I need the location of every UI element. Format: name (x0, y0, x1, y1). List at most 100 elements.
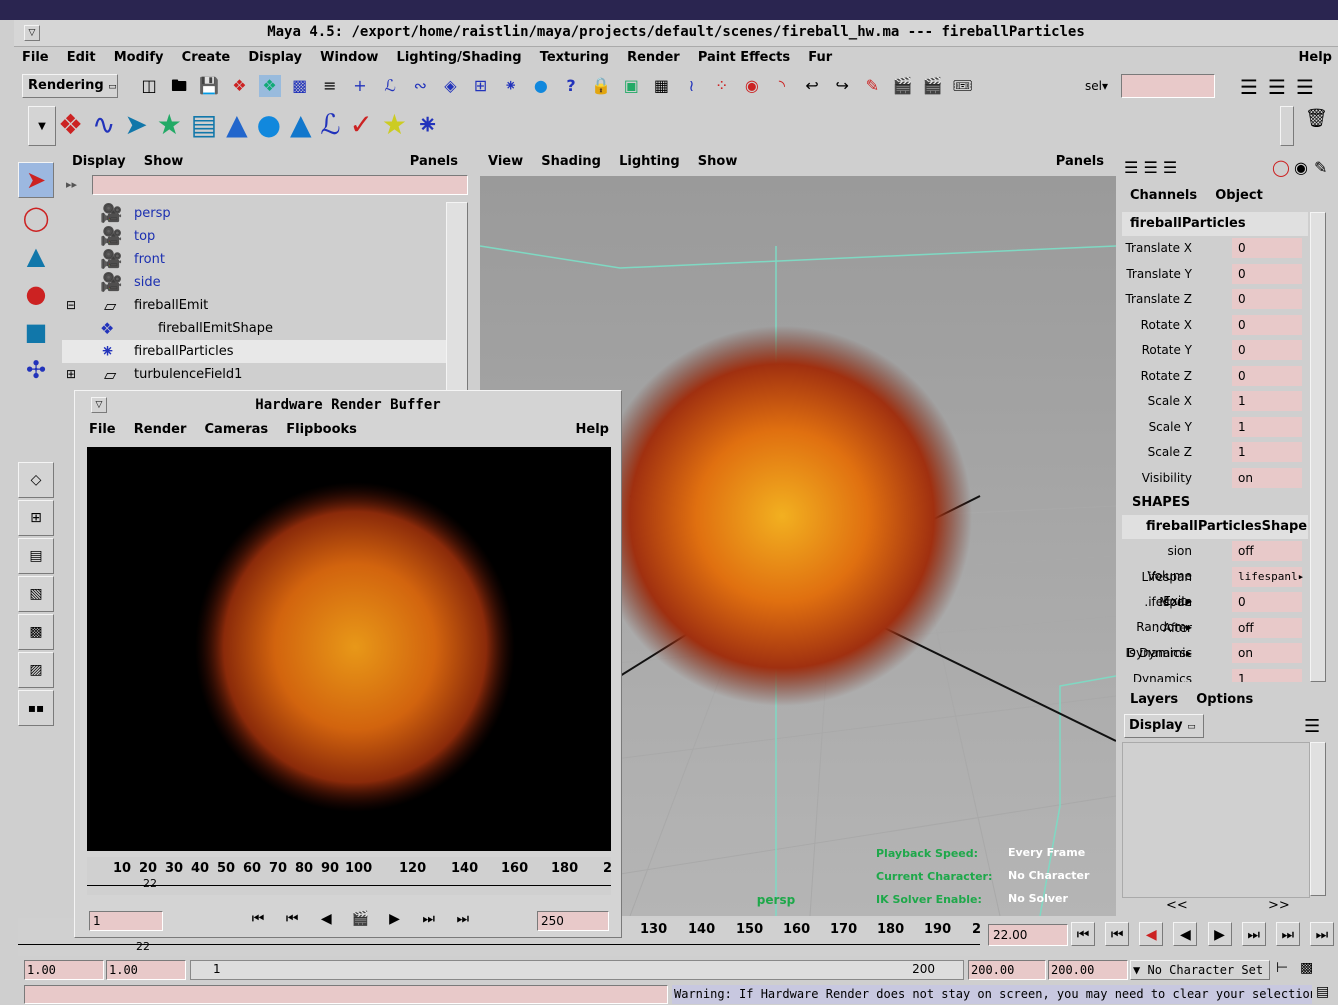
play-forward-icon[interactable]: ▶ (1207, 922, 1232, 946)
step-back-frame-icon[interactable]: ◀ (1139, 922, 1164, 946)
rb-menu-flipbooks[interactable]: Flipbooks (286, 422, 357, 437)
layer-display-dropdown[interactable]: Display ▭ (1124, 714, 1204, 738)
render-buffer-image[interactable] (87, 447, 611, 851)
select-surfaces-icon[interactable]: ◈ (439, 75, 461, 97)
select-hierarchy-icon[interactable]: ❖ (228, 75, 250, 97)
animation-start-field[interactable]: 1.00 (24, 960, 104, 980)
current-time-field[interactable]: 22.00 (988, 924, 1068, 946)
render-buffer-title-bar[interactable]: ▽ Hardware Render Buffer (75, 391, 621, 419)
menu-lighting-shading[interactable]: Lighting/Shading (397, 50, 522, 65)
playback-end-field[interactable]: 200.00 (968, 960, 1046, 980)
volume-shelf-icon[interactable]: ▤ (191, 108, 217, 141)
rb-go-to-start-icon[interactable]: ⏮ (246, 907, 270, 931)
mask-menu-icon[interactable]: ≡ (319, 75, 341, 97)
menu-create[interactable]: Create (182, 50, 231, 65)
play-backward-icon[interactable]: ◀ (1173, 922, 1198, 946)
fireball-particles[interactable] (592, 326, 972, 706)
outliner-menu-show[interactable]: Show (144, 154, 184, 169)
new-scene-icon[interactable]: ◫ (138, 75, 160, 97)
title-bar[interactable]: ▽ Maya 4.5: /export/home/raistlin/maya/p… (14, 20, 1338, 47)
viewport-menu-lighting[interactable]: Lighting (619, 154, 680, 169)
menu-texturing[interactable]: Texturing (540, 50, 609, 65)
layer-nav-next[interactable]: >> (1268, 898, 1290, 913)
snap-point-icon[interactable]: ⁘ (711, 75, 733, 97)
channel-row[interactable]: sion Volume Exit▸ off (1122, 539, 1308, 608)
list-item[interactable]: 🎥 side (62, 271, 446, 294)
outliner-scrollbar[interactable] (446, 202, 468, 402)
spotlight-shelf-icon[interactable]: ★ (382, 108, 407, 141)
move-tool-icon[interactable]: ● (18, 276, 54, 312)
menuset-dropdown[interactable]: Rendering ▭ (22, 74, 118, 98)
list-item[interactable]: 🎥 front (62, 248, 446, 271)
particles-shelf-icon[interactable]: ⁕ (416, 108, 439, 141)
outliner-menu-panels[interactable]: Panels (410, 154, 458, 169)
viewport-menu-panels[interactable]: Panels (1056, 154, 1104, 169)
channel-row[interactable]: .ifespan Random▸ 0 (1122, 590, 1308, 634)
select-deformations-icon[interactable]: ⊞ (470, 75, 492, 97)
layer-scrollbar[interactable] (1310, 742, 1326, 896)
input-ops-icon[interactable]: ↩ (801, 75, 823, 97)
rb-step-back-icon[interactable]: ⏮ (280, 907, 304, 931)
render-globals-icon[interactable]: 🎟 (952, 75, 974, 97)
viewport-menu-shading[interactable]: Shading (541, 154, 601, 169)
tab-channels[interactable]: Channels (1130, 188, 1197, 203)
outliner-persp-layout-icon[interactable]: ▤ (18, 538, 54, 574)
menu-modify[interactable]: Modify (114, 50, 164, 65)
viewport-menu-show[interactable]: Show (698, 154, 738, 169)
menu-paint-effects[interactable]: Paint Effects (698, 50, 790, 65)
select-dynamics-icon[interactable]: ⁕ (500, 75, 522, 97)
list-item[interactable]: ⁕ fireballParticles (62, 340, 446, 363)
cone-shelf-icon[interactable]: ▲ (290, 108, 312, 141)
menu-fur[interactable]: Fur (808, 50, 832, 65)
list-item[interactable]: 🎥 top (62, 225, 446, 248)
select-tool-icon[interactable]: ➤ (18, 162, 54, 198)
channel-row[interactable]: Translate Y0 (1122, 262, 1308, 288)
rb-menu-render[interactable]: Render (134, 422, 187, 437)
channel-row[interactable]: Lifespan Mode lifespanl▸ (1122, 565, 1308, 609)
single-pane-layout-icon[interactable]: ◇ (18, 462, 54, 498)
range-slider[interactable]: 1 200 (190, 960, 964, 980)
output-ops-icon[interactable]: ↪ (831, 75, 853, 97)
select-curves-icon[interactable]: ∾ (409, 75, 431, 97)
auto-key-icon[interactable]: ⊢ (1276, 960, 1288, 976)
quick-select-label[interactable]: sel▾ (1085, 79, 1108, 93)
channel-row[interactable]: Translate X0 (1122, 236, 1308, 262)
make-live-icon[interactable]: ◝ (771, 75, 793, 97)
save-scene-icon[interactable]: 💾 (198, 75, 220, 97)
ipr-render-icon[interactable]: 🎬 (922, 75, 944, 97)
layer-list[interactable] (1122, 742, 1310, 898)
scale-icon[interactable]: ◉ (1294, 158, 1308, 177)
snap-grid-icon[interactable]: ▦ (650, 75, 672, 97)
shelf-scroll[interactable] (1280, 106, 1294, 146)
rotate-tool-icon[interactable]: ■ (18, 314, 54, 350)
select-rendering-icon[interactable]: ● (530, 75, 552, 97)
channel-box-layout-icon[interactable]: ☰ (1124, 158, 1138, 177)
goal-shelf-icon[interactable]: ★ (157, 108, 182, 141)
paint-select-tool-icon[interactable]: ▲ (18, 238, 54, 274)
snap-view-plane-icon[interactable]: ◉ (741, 75, 763, 97)
channel-row[interactable]: Scale Z1 (1122, 440, 1308, 466)
graph-persp-layout-icon[interactable]: ▧ (18, 576, 54, 612)
rb-start-field[interactable]: 1 (89, 911, 163, 931)
select-component-icon[interactable]: ▩ (289, 75, 311, 97)
channel-row[interactable]: Rotate X0 (1122, 313, 1308, 339)
channel-row[interactable]: Scale X1 (1122, 389, 1308, 415)
open-scene-icon[interactable]: 🖿 (168, 75, 190, 97)
list-item[interactable]: 🎥 persp (62, 202, 446, 225)
ik-handle-shelf-icon[interactable]: ✓ (349, 108, 372, 141)
menu-window[interactable]: Window (320, 50, 378, 65)
shelf-tab-menu[interactable]: ▼ (28, 106, 56, 146)
command-line-field[interactable] (24, 985, 668, 1004)
list-item[interactable]: ❖ fireballEmitShape (62, 317, 446, 340)
rb-step-forward-icon[interactable]: ⏭ (417, 907, 441, 931)
menu-edit[interactable]: Edit (67, 50, 96, 65)
preferences-icon[interactable]: ▩ (1300, 960, 1313, 976)
channel-row[interactable]: Visibility on (1122, 466, 1308, 492)
render-buffer-timeline[interactable]: 10 20 30 40 50 60 70 80 90 100 120 140 1… (87, 857, 612, 895)
character-set-dropdown[interactable]: ▼ No Character Set (1130, 960, 1270, 980)
field-shelf-icon[interactable]: ➤ (124, 108, 147, 141)
quick-select-field[interactable] (1121, 74, 1215, 98)
channel-row[interactable]: Rotate Y0 (1122, 338, 1308, 364)
attribute-layout-icon[interactable]: ☰ (1143, 158, 1157, 177)
outliner-filter-icon[interactable]: ▸▸ (66, 178, 77, 191)
